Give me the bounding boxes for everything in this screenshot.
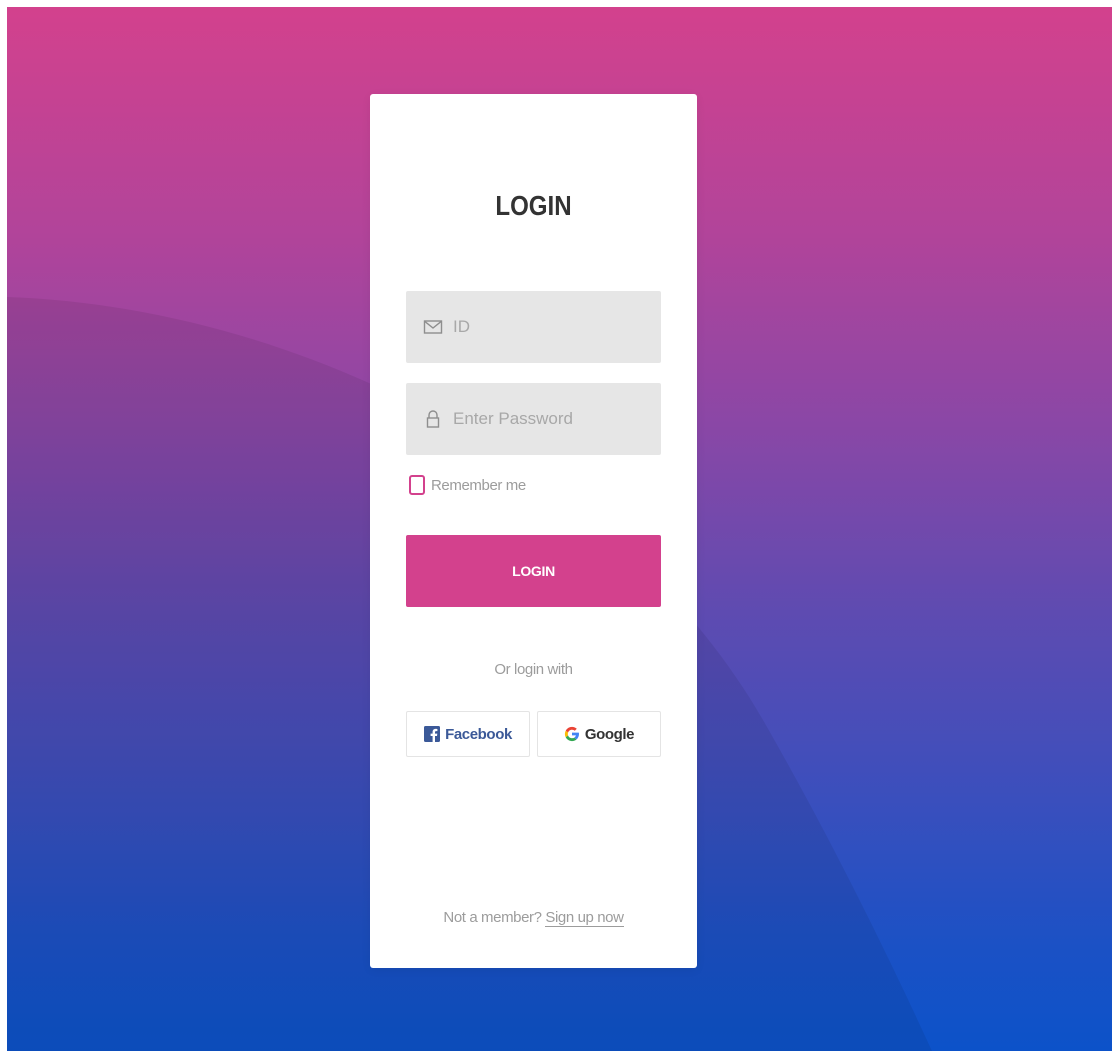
envelope-icon	[423, 320, 443, 334]
remember-me-checkbox[interactable]	[409, 475, 425, 495]
not-a-member-text: Not a member?	[443, 909, 542, 926]
google-login-button[interactable]: Google	[537, 711, 661, 757]
login-card: LOGIN Remember me LOGIN Or login with	[370, 94, 697, 968]
remember-me-label: Remember me	[431, 476, 526, 494]
facebook-login-button[interactable]: Facebook	[406, 711, 530, 757]
login-page: LOGIN Remember me LOGIN Or login with	[7, 7, 1112, 1051]
password-input[interactable]	[453, 383, 653, 455]
or-login-with-text: Or login with	[494, 661, 573, 678]
password-field[interactable]	[406, 383, 661, 455]
signup-link[interactable]: Sign up now	[545, 909, 624, 927]
google-icon	[564, 726, 579, 742]
lock-icon	[426, 410, 440, 428]
login-button[interactable]: LOGIN	[406, 535, 661, 607]
signup-prompt: Not a member? Sign up now	[370, 909, 697, 927]
google-label: Google	[584, 725, 635, 743]
facebook-icon	[424, 726, 441, 742]
id-field[interactable]	[406, 291, 661, 363]
facebook-label: Facebook	[445, 725, 512, 743]
remember-me[interactable]: Remember me	[409, 475, 526, 495]
page-title: LOGIN	[495, 190, 572, 221]
id-input[interactable]	[453, 291, 653, 363]
